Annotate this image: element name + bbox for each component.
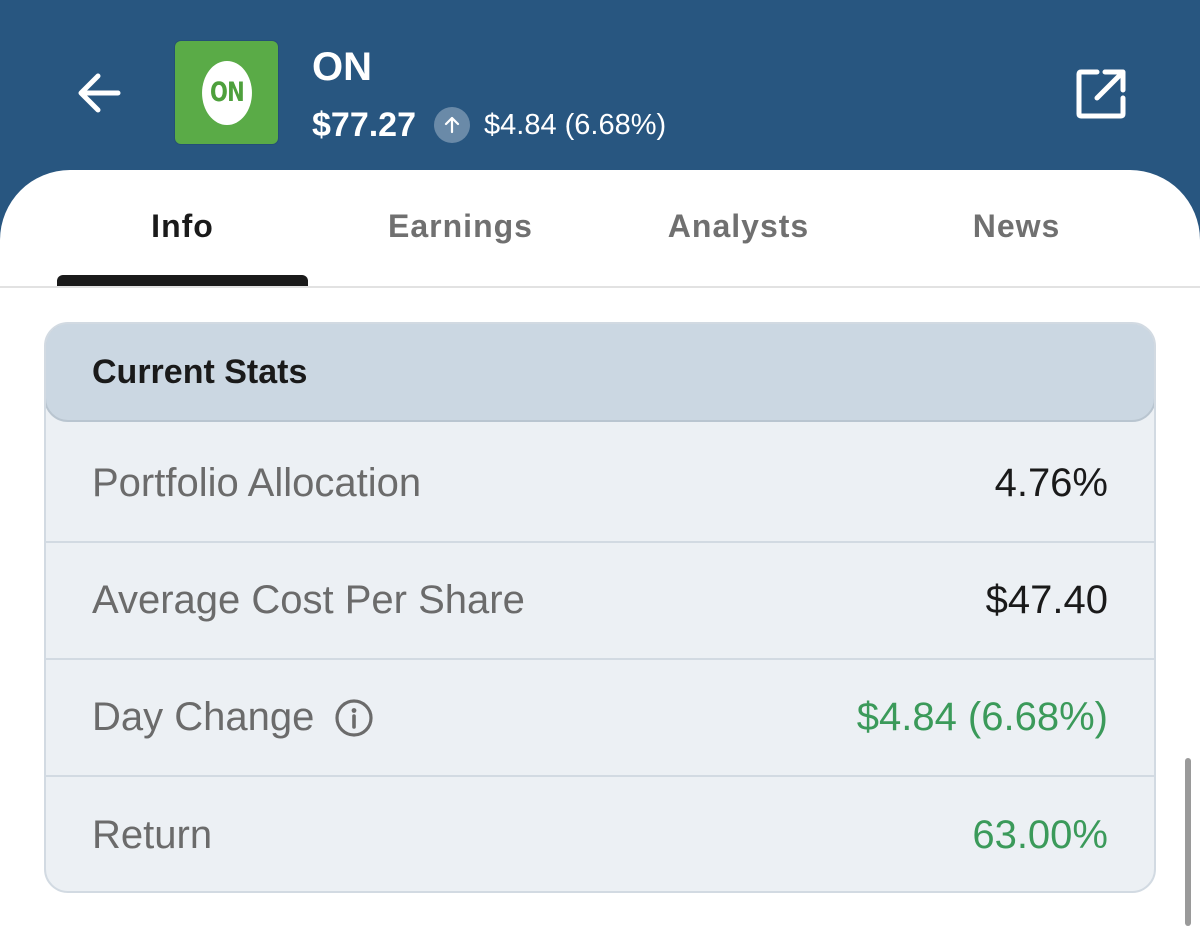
scrollbar[interactable] — [1185, 758, 1191, 926]
logo-mark: ON — [201, 60, 252, 125]
tab-analysts[interactable]: Analysts — [613, 200, 864, 252]
current-price: $77.27 — [312, 105, 416, 144]
stat-row-portfolio-allocation: Portfolio Allocation 4.76% — [46, 426, 1154, 543]
tab-earnings[interactable]: Earnings — [335, 200, 586, 252]
open-external-icon — [1076, 69, 1126, 119]
card-title: Current Stats — [46, 324, 1154, 422]
back-button[interactable] — [72, 66, 126, 120]
stat-row-day-change: Day Change $4.84 (6.68%) — [46, 660, 1154, 777]
price-row: $77.27 $4.84 (6.68%) — [312, 102, 666, 148]
stat-label-wrapper: Day Change — [92, 695, 374, 740]
ticker-symbol: ON — [312, 45, 372, 89]
stat-row-average-cost: Average Cost Per Share $47.40 — [46, 543, 1154, 660]
tab-divider — [0, 286, 1200, 288]
company-logo: ON — [175, 41, 278, 144]
stat-label: Return — [92, 813, 213, 857]
stat-label: Day Change — [92, 695, 315, 739]
stat-label: Portfolio Allocation — [92, 461, 422, 505]
stat-value: $47.40 — [985, 578, 1108, 622]
stat-value: $4.84 (6.68%) — [856, 695, 1108, 739]
price-change: $4.84 (6.68%) — [484, 108, 667, 141]
open-external-button[interactable] — [1074, 67, 1128, 121]
info-icon[interactable] — [334, 698, 374, 738]
current-stats-card: Current Stats Portfolio Allocation 4.76%… — [44, 322, 1156, 893]
stat-label: Average Cost Per Share — [92, 578, 525, 622]
tab-news[interactable]: News — [891, 200, 1142, 252]
stat-row-return: Return 63.00% — [46, 777, 1154, 891]
stat-value: 63.00% — [972, 813, 1108, 857]
stat-value: 4.76% — [994, 461, 1108, 505]
arrow-left-icon — [78, 73, 121, 113]
arrow-up-icon — [434, 107, 470, 143]
tab-bar: Info Earnings Analysts News — [0, 170, 1200, 288]
tab-info[interactable]: Info — [57, 200, 308, 252]
